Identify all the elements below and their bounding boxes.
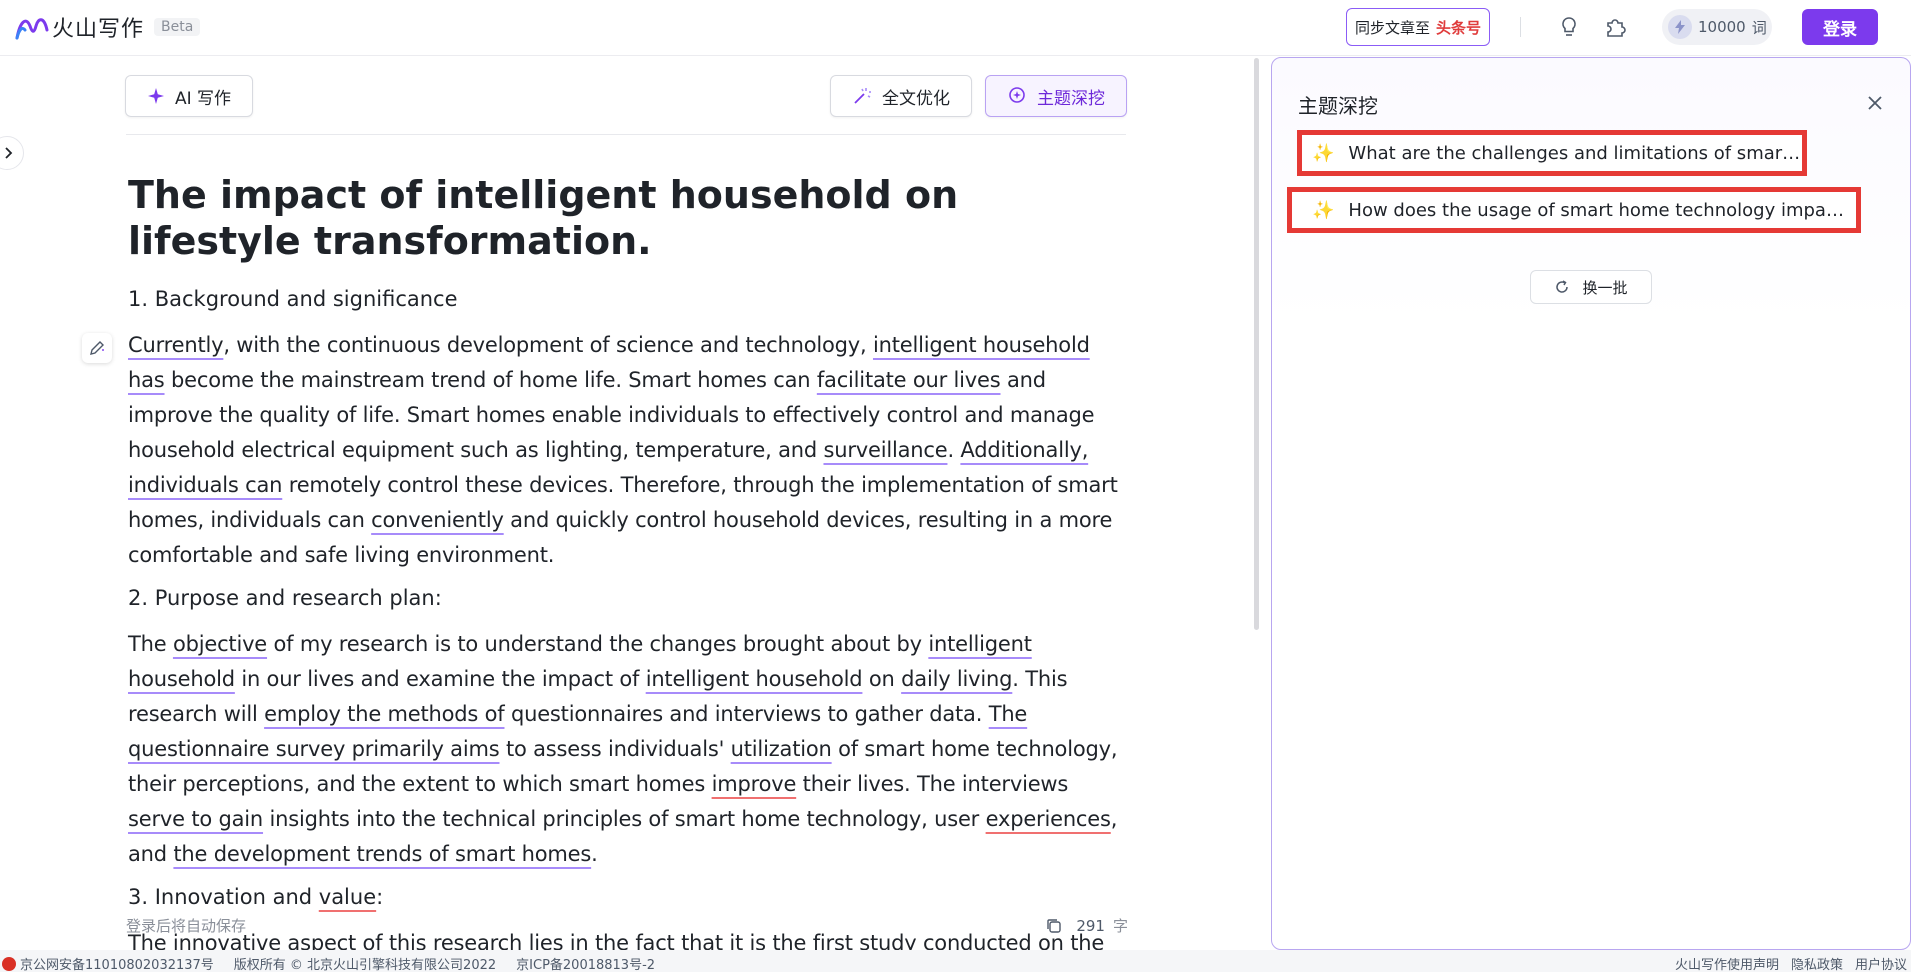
text-run: . bbox=[947, 438, 961, 462]
toolbar-divider bbox=[126, 134, 1126, 135]
heading3-suffix: : bbox=[376, 885, 384, 909]
heading3-value[interactable]: value bbox=[319, 885, 376, 909]
sidebar-toggle[interactable] bbox=[0, 136, 24, 170]
section-heading-3[interactable]: 3. Innovation and value: bbox=[128, 882, 1128, 912]
section-heading-2[interactable]: 2. Purpose and research plan: bbox=[128, 583, 1128, 613]
suggestion-item-1[interactable]: ✨ What are the challenges and limitation… bbox=[1297, 130, 1807, 176]
suggestion-underline[interactable]: Currently bbox=[128, 333, 224, 357]
logo-text: 火山写作 bbox=[52, 17, 145, 42]
error-underline[interactable]: experiences bbox=[986, 807, 1111, 831]
user-agreement-link[interactable]: 用户协议 bbox=[1855, 954, 1907, 972]
suggestion-underline[interactable]: the development trends of smart homes bbox=[173, 842, 591, 866]
copy-icon[interactable] bbox=[1046, 918, 1062, 934]
suggestion-underline[interactable]: facilitate our lives bbox=[817, 368, 1001, 392]
police-emblem-icon bbox=[2, 956, 16, 971]
word-count: 291 字 bbox=[1046, 915, 1128, 936]
editor-footer: 登录后将自动保存 291 字 bbox=[126, 915, 1128, 936]
paragraph-1[interactable]: Currently, with the continuous developme… bbox=[128, 328, 1128, 573]
sparkles-icon: ✨ bbox=[1312, 142, 1335, 164]
topic-dig-button[interactable]: 主题深挖 bbox=[985, 75, 1127, 117]
sparkle-icon bbox=[147, 87, 165, 105]
credits-value: 10000 bbox=[1698, 18, 1746, 36]
paragraph-2[interactable]: The objective of my research is to under… bbox=[128, 627, 1128, 872]
login-button[interactable]: 登录 bbox=[1802, 9, 1878, 45]
editor-scrollbar[interactable] bbox=[1254, 58, 1259, 630]
panel-title: 主题深挖 bbox=[1298, 94, 1378, 118]
text-run: in our lives and examine the impact of bbox=[234, 667, 646, 691]
credits-badge[interactable]: 10000 词 bbox=[1662, 9, 1772, 45]
chevron-right-icon bbox=[5, 147, 13, 159]
full-text-optimize-button[interactable]: 全文优化 bbox=[830, 75, 972, 117]
top-bar: 火山写作 Beta 同步文章至 头条号 10000 词 登录 bbox=[0, 0, 1911, 56]
topic-dig-label: 主题深挖 bbox=[1037, 88, 1105, 109]
bulb-spark-icon bbox=[1007, 86, 1027, 106]
sparkles-icon: ✨ bbox=[1312, 199, 1335, 221]
bolt-icon bbox=[1668, 15, 1692, 39]
section-heading-1[interactable]: 1. Background and significance bbox=[128, 284, 1128, 314]
usage-statement-link[interactable]: 火山写作使用声明 bbox=[1675, 954, 1779, 972]
icp-link[interactable]: 京ICP备20018813号-2 bbox=[516, 954, 655, 972]
refresh-label: 换一批 bbox=[1582, 278, 1628, 297]
text-run: . bbox=[591, 842, 598, 866]
ai-write-label: AI 写作 bbox=[174, 88, 232, 109]
text-run: to assess individuals' bbox=[499, 737, 731, 761]
text-run: their lives. The interviews bbox=[796, 772, 1069, 796]
suggestion-item-2[interactable]: ✨ How does the usage of smart home techn… bbox=[1287, 187, 1861, 233]
logo[interactable]: 火山写作 Beta bbox=[14, 12, 201, 42]
privacy-policy-link[interactable]: 隐私政策 bbox=[1791, 954, 1843, 972]
police-record-link[interactable]: 京公网安备11010802032137号 bbox=[20, 954, 214, 972]
sync-article-button[interactable]: 同步文章至 头条号 bbox=[1346, 8, 1490, 46]
text-run: of my research is to understand the chan… bbox=[267, 632, 929, 656]
magic-wand-icon bbox=[852, 86, 872, 106]
text-run: insights into the technical principles o… bbox=[263, 807, 986, 831]
refresh-icon bbox=[1554, 279, 1570, 295]
sync-target: 头条号 bbox=[1436, 18, 1482, 37]
suggestion-underline[interactable]: employ the methods of bbox=[264, 702, 505, 726]
ai-write-button[interactable]: AI 写作 bbox=[125, 75, 253, 117]
footer-statusbar: 京公网安备11010802032137号 版权所有 © 北京火山引擎科技有限公司… bbox=[0, 950, 1911, 972]
refresh-batch-button[interactable]: 换一批 bbox=[1530, 270, 1652, 304]
text-run: become the mainstream trend of home life… bbox=[164, 368, 817, 392]
suggestion-underline[interactable]: objective bbox=[173, 632, 267, 656]
suggestion-text: How does the usage of smart home technol… bbox=[1348, 199, 1850, 221]
copyright-text: 版权所有 © 北京火山引擎科技有限公司2022 bbox=[233, 958, 497, 972]
pen-icon bbox=[90, 341, 104, 355]
beta-badge: Beta bbox=[154, 18, 201, 36]
error-underline[interactable]: improve bbox=[712, 772, 797, 796]
heading3-prefix: 3. Innovation and bbox=[128, 885, 319, 909]
text-run: on bbox=[862, 667, 902, 691]
divider bbox=[1520, 17, 1521, 37]
suggestion-underline[interactable]: surveillance bbox=[823, 438, 947, 462]
suggestion-underline[interactable]: utilization bbox=[731, 737, 832, 761]
autosave-hint: 登录后将自动保存 bbox=[126, 917, 247, 935]
lightbulb-icon[interactable] bbox=[1556, 14, 1582, 40]
sync-label: 同步文章至 bbox=[1354, 18, 1430, 37]
suggestion-underline[interactable]: serve to gain bbox=[128, 807, 263, 831]
text-run: The bbox=[128, 632, 173, 656]
logo-icon bbox=[15, 18, 49, 40]
suggestion-underline[interactable]: conveniently bbox=[371, 508, 504, 532]
plugin-icon[interactable] bbox=[1602, 14, 1628, 40]
magic-pen-button[interactable] bbox=[82, 333, 112, 363]
suggestion-text: What are the challenges and limitations … bbox=[1348, 142, 1802, 164]
document-title[interactable]: The impact of intelligent household on l… bbox=[128, 172, 1028, 264]
optimize-label: 全文优化 bbox=[882, 88, 950, 109]
word-count-value: 291 bbox=[1076, 916, 1105, 935]
credits-unit: 词 bbox=[1751, 18, 1767, 37]
word-count-unit: 字 bbox=[1112, 917, 1128, 935]
text-run: questionnaires and interviews to gather … bbox=[504, 702, 989, 726]
close-icon[interactable] bbox=[1864, 92, 1886, 114]
suggestion-underline[interactable]: intelligent household bbox=[646, 667, 863, 691]
topic-dig-panel: 主题深挖 ✨ What are the challenges and limit… bbox=[1271, 57, 1911, 950]
document-editor[interactable]: The impact of intelligent household on l… bbox=[128, 172, 1128, 971]
text-run: , with the continuous development of sci… bbox=[223, 333, 873, 357]
suggestion-underline[interactable]: daily living bbox=[901, 667, 1012, 691]
